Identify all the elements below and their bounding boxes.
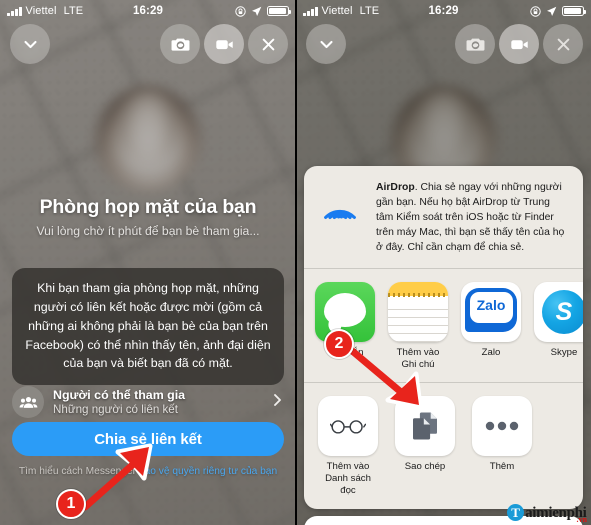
app-label: Skype [550, 347, 578, 359]
battery-icon [562, 5, 586, 17]
camera-flip-icon[interactable] [160, 24, 200, 64]
battery-icon [267, 5, 291, 17]
room-subtitle: Vui lòng chờ ít phút để bạn bè tham gia.… [36, 224, 260, 238]
airdrop-section[interactable]: AirDrop. Chia sẻ ngay với những người gầ… [304, 166, 583, 268]
who-can-join-row[interactable]: Người có thể tham gia Những người có liê… [12, 386, 284, 418]
page-title: Phòng họp mặt của bạn [39, 196, 257, 218]
status-bar-right [530, 5, 586, 17]
video-camera-icon[interactable] [499, 24, 539, 64]
airdrop-icon [315, 180, 365, 230]
taimienphi-watermark: T aimienphi .vn [507, 504, 587, 524]
copy-icon [395, 396, 455, 457]
left-phone-screen: Viettel LTE 16:29 Phòng họp mặt của bạn … [0, 0, 296, 525]
who-can-join-texts: Người có thể tham gia Những người có liê… [53, 388, 262, 416]
minimize-chevron-button[interactable] [10, 24, 50, 64]
dual-screenshot-container: Viettel LTE 16:29 Phòng họp mặt của bạn … [0, 0, 591, 525]
carrier-label: Viettel [25, 5, 57, 17]
right-phone-screen: Viettel LTE 16:29 AirDrop. Chia sẻ ngay … [296, 0, 591, 525]
lock-rotation-icon [235, 5, 246, 17]
share-target-zalo[interactable]: Zalo Zalo [461, 282, 521, 371]
app-label: Zalo [481, 347, 501, 359]
airdrop-title: AirDrop [376, 182, 415, 193]
copy-action-button[interactable]: Sao chép [395, 396, 455, 497]
close-x-icon[interactable] [543, 24, 583, 64]
reading-glasses-icon [318, 396, 378, 457]
learn-more-prefix: Tìm hiểu cách Messenger [18, 466, 139, 477]
minimize-chevron-button[interactable] [306, 24, 346, 64]
watermark-badge: T [507, 504, 525, 521]
close-x-icon[interactable] [248, 24, 288, 64]
action-label: Sao chép [404, 461, 446, 473]
status-bar: Viettel LTE 16:29 [0, 0, 296, 22]
signal-bars-icon [7, 6, 22, 16]
notes-app-icon [388, 282, 448, 343]
annotation-marker-2: 2 [324, 329, 354, 359]
more-action-button[interactable]: Thêm [472, 396, 532, 497]
share-link-button[interactable]: Chia sẻ liên kết [12, 422, 284, 456]
video-camera-icon[interactable] [204, 24, 244, 64]
share-action-row: Thêm vào Danh sách đọc Sao chép Thêm [304, 383, 583, 509]
app-label: Thêm vào Ghi chú [396, 347, 440, 371]
action-label: Thêm vào Danh sách đọc [325, 461, 371, 497]
skype-app-icon: S [534, 282, 583, 343]
lock-rotation-icon [530, 5, 541, 17]
people-group-icon [12, 386, 44, 418]
location-arrow-icon [546, 6, 557, 17]
who-can-join-subtitle: Những người có liên kết [53, 403, 178, 416]
reading-list-action-button[interactable]: Thêm vào Danh sách đọc [318, 396, 378, 497]
who-can-join-title: Người có thể tham gia [53, 388, 186, 402]
annotation-marker-1: 1 [56, 489, 86, 519]
privacy-info-box: Khi bạn tham gia phòng họp mặt, những ng… [12, 268, 284, 386]
more-dots-icon [472, 396, 532, 457]
privacy-policy-link[interactable]: bảo vệ quyền riêng tư của bạn [139, 466, 277, 477]
camera-flip-icon[interactable] [455, 24, 495, 64]
share-target-skype[interactable]: S Skype [534, 282, 583, 371]
status-bar-left: Viettel LTE [303, 5, 379, 17]
share-target-notes[interactable]: Thêm vào Ghi chú [388, 282, 448, 371]
skype-letter: S [555, 298, 573, 327]
watermark-suffix: .vn [576, 515, 587, 524]
share-app-row: Tin nhắn Thêm vào Ghi chú Zalo Zalo [304, 269, 583, 382]
call-top-controls [0, 24, 296, 68]
carrier-label: Viettel [321, 5, 353, 17]
chevron-right-icon [271, 392, 284, 413]
network-type-label: LTE [63, 5, 84, 17]
status-bar-left: Viettel LTE [7, 5, 83, 17]
network-type-label: LTE [359, 5, 380, 17]
call-top-controls [296, 24, 591, 68]
screen-divider [295, 0, 297, 525]
status-bar: Viettel LTE 16:29 [296, 0, 591, 22]
location-arrow-icon [251, 6, 262, 17]
action-label: Thêm [489, 461, 515, 473]
status-bar-right [235, 5, 291, 17]
zalo-wordmark: Zalo [476, 297, 506, 314]
learn-more-privacy-text: Tìm hiểu cách Messenger bảo vệ quyền riê… [0, 466, 296, 477]
signal-bars-icon [303, 6, 318, 16]
airdrop-description: AirDrop. Chia sẻ ngay với những người gầ… [376, 180, 570, 255]
zalo-app-icon: Zalo [461, 282, 521, 343]
share-target-messages[interactable]: Tin nhắn [315, 282, 375, 371]
